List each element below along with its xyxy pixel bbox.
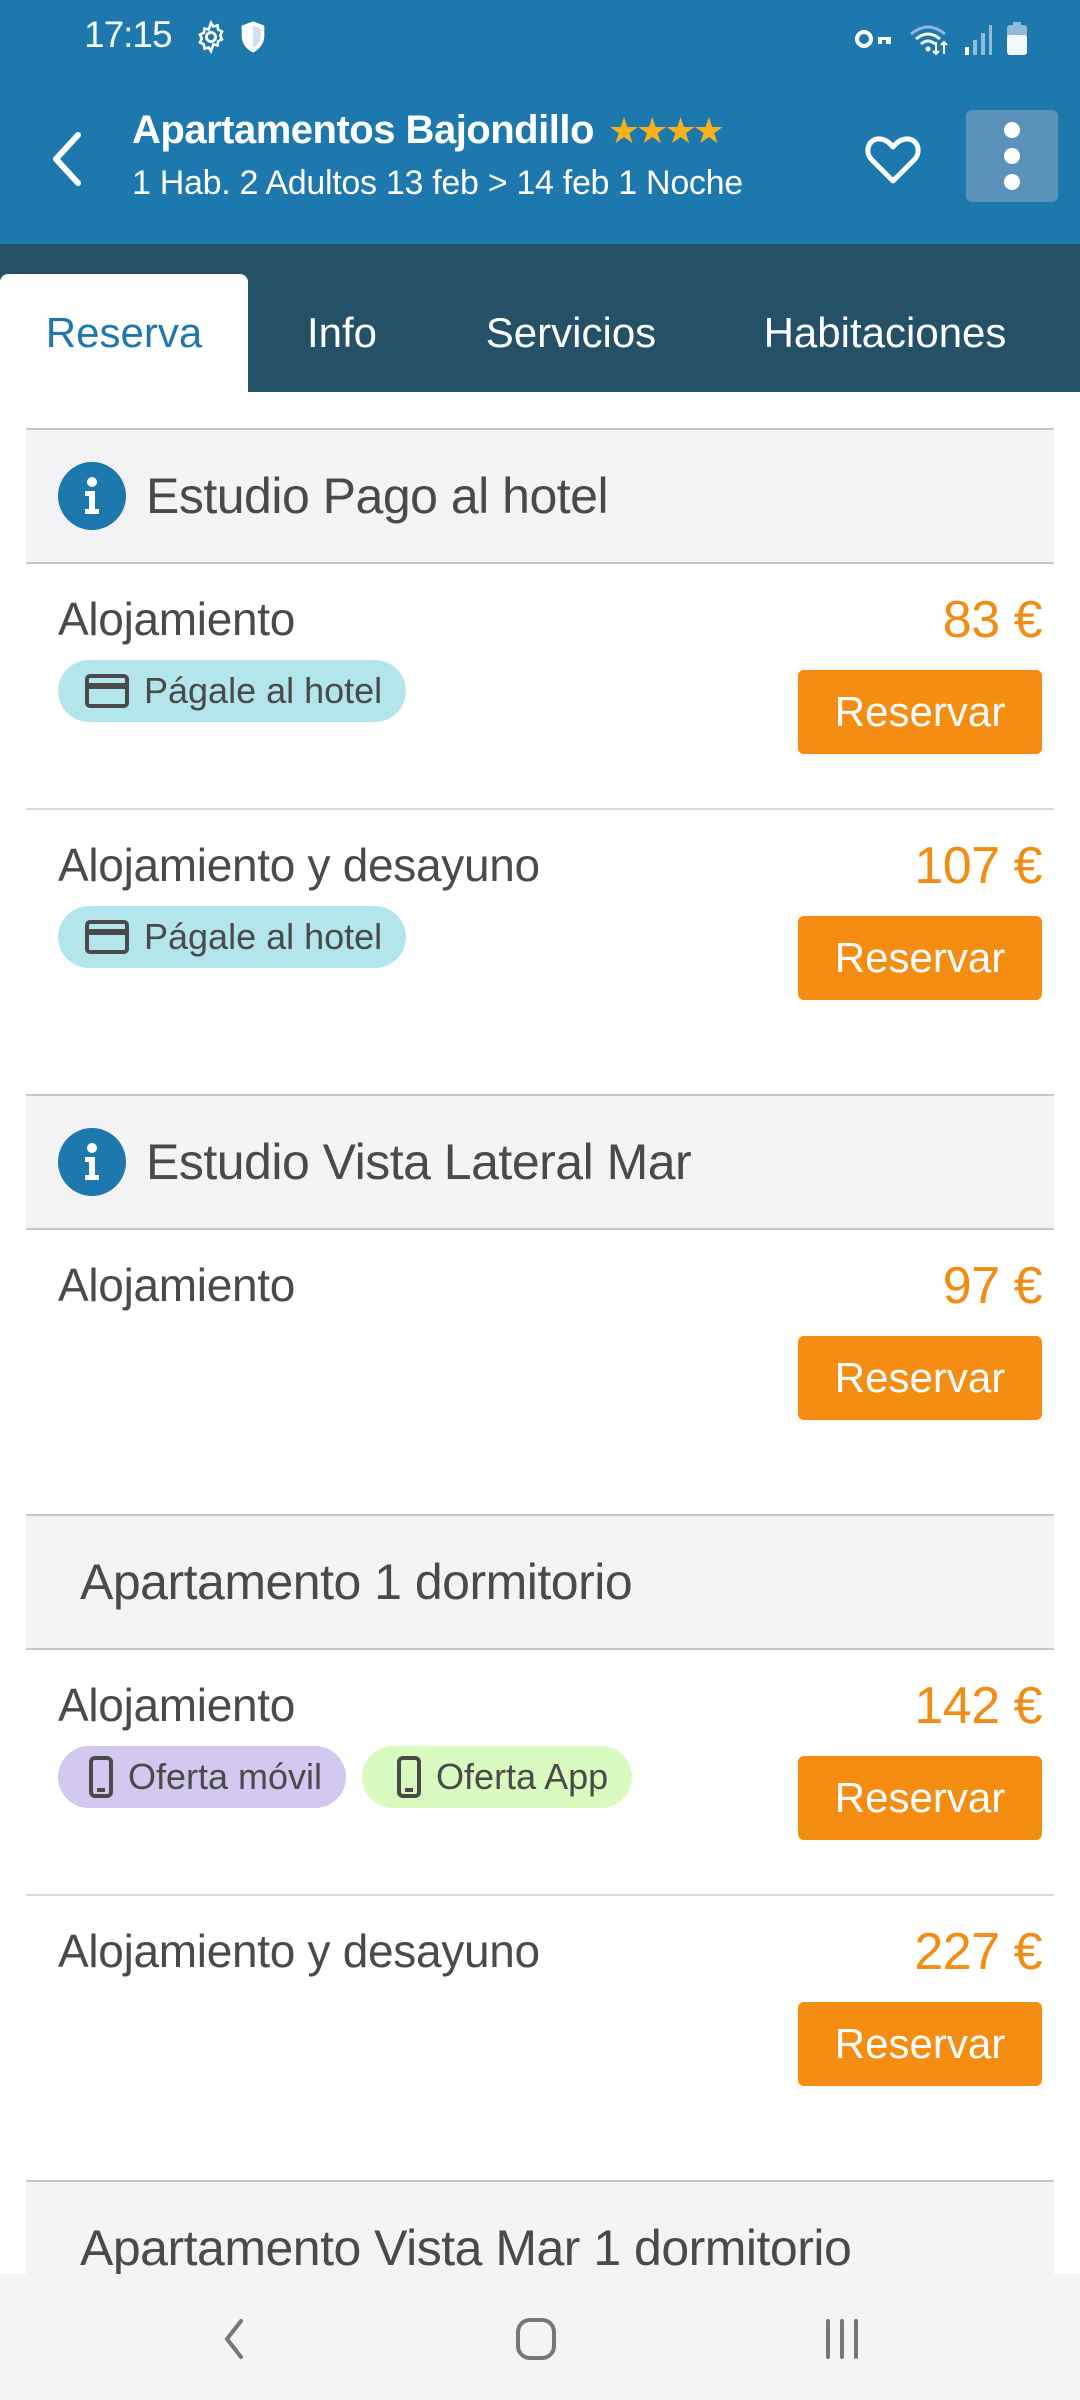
reserve-button[interactable]: Reservar: [798, 1756, 1042, 1840]
status-bar: 17:15: [0, 0, 1080, 78]
room-header: Estudio Vista Lateral Mar: [26, 1094, 1054, 1230]
credit-card-icon: [85, 920, 129, 954]
rate-row: Alojamiento 142 € Oferta móvil Oferta Ap…: [26, 1650, 1054, 1896]
room-title: Apartamento Vista Mar 1 dormitorio: [80, 2220, 852, 2276]
smartphone-icon: [397, 1756, 422, 1798]
battery-icon: [1006, 22, 1028, 61]
info-icon[interactable]: [58, 1128, 126, 1196]
pay-at-hotel-badge: Págale al hotel: [58, 660, 407, 722]
badge-label: Oferta App: [436, 1756, 609, 1797]
rate-name: Alojamiento: [58, 593, 296, 645]
rate-name: Alojamiento: [58, 1679, 296, 1731]
rate-price: 107 €: [914, 837, 1042, 895]
rate-price: 83 €: [942, 591, 1043, 649]
rate-price: 142 €: [914, 1677, 1042, 1735]
home-nav-icon: [516, 2318, 556, 2360]
gear-icon: [194, 19, 228, 59]
badge-label: Págale al hotel: [144, 670, 383, 711]
signal-icon: [964, 23, 992, 60]
info-icon[interactable]: [58, 462, 126, 530]
tab-info[interactable]: Info: [268, 274, 416, 392]
room-header: Estudio Pago al hotel: [26, 428, 1054, 564]
app-bar: Apartamentos Bajondillo ★★★★ 1 Hab. 2 Ad…: [0, 78, 1080, 244]
room-title: Apartamento 1 dormitorio: [80, 1554, 633, 1610]
heart-icon: [865, 136, 921, 184]
nav-recents-button[interactable]: [792, 2304, 892, 2374]
back-button[interactable]: [36, 124, 96, 194]
rooms-list: Estudio Pago al hotel Alojamiento 83 € P…: [26, 428, 1054, 2316]
pay-at-hotel-badge: Págale al hotel: [58, 906, 407, 968]
more-vert-icon: [1004, 122, 1020, 138]
hotel-title: Apartamentos Bajondillo: [132, 108, 594, 152]
more-options-button[interactable]: [966, 110, 1058, 202]
room-title: Estudio Vista Lateral Mar: [146, 1134, 692, 1190]
mobile-offer-badge: Oferta móvil: [58, 1746, 347, 1808]
app-offer-badge: Oferta App: [362, 1746, 633, 1808]
rate-row: Alojamiento 83 € Págale al hotel Reserva…: [26, 564, 1054, 810]
room-title: Estudio Pago al hotel: [146, 468, 609, 524]
room-header: Apartamento 1 dormitorio: [26, 1514, 1054, 1650]
tab-bar: Reserva Info Servicios Habitaciones: [0, 244, 1080, 392]
nav-back-button[interactable]: [184, 2304, 284, 2374]
credit-card-icon: [85, 674, 129, 708]
rate-price: 97 €: [942, 1257, 1043, 1315]
rate-name: Alojamiento y desayuno: [58, 1925, 540, 1977]
nav-home-button[interactable]: [486, 2304, 586, 2374]
rate-price: 227 €: [914, 1923, 1042, 1981]
status-time: 17:15: [84, 14, 173, 55]
wifi-icon: [908, 22, 950, 61]
favorite-button[interactable]: [858, 128, 928, 192]
badge-label: Oferta móvil: [128, 1756, 323, 1797]
booking-summary: 1 Hab. 2 Adultos 13 feb > 14 feb 1 Noche: [132, 164, 743, 202]
tab-reserva[interactable]: Reserva: [0, 274, 248, 392]
tab-servicios[interactable]: Servicios: [458, 274, 684, 392]
chevron-left-icon: [53, 132, 81, 186]
key-icon: [854, 26, 894, 57]
rate-row: Alojamiento y desayuno 227 € Reservar: [26, 1896, 1054, 2180]
badge-label: Págale al hotel: [144, 916, 383, 957]
rate-name: Alojamiento: [58, 1259, 296, 1311]
rate-row: Alojamiento y desayuno 107 € Págale al h…: [26, 810, 1054, 1094]
reserve-button[interactable]: Reservar: [798, 2002, 1042, 2086]
system-nav-bar: [0, 2274, 1080, 2400]
reserve-button[interactable]: Reservar: [798, 916, 1042, 1000]
star-rating: ★★★★: [607, 109, 725, 151]
tab-habitaciones[interactable]: Habitaciones: [730, 274, 1040, 392]
smartphone-icon: [89, 1756, 113, 1798]
back-nav-icon: [224, 2319, 243, 2359]
rate-row: Alojamiento 97 € Reservar: [26, 1230, 1054, 1514]
reserve-button[interactable]: Reservar: [798, 670, 1042, 754]
recents-nav-icon: [826, 2319, 858, 2359]
reserve-button[interactable]: Reservar: [798, 1336, 1042, 1420]
rate-name: Alojamiento y desayuno: [58, 839, 540, 891]
shield-icon: [238, 20, 268, 59]
